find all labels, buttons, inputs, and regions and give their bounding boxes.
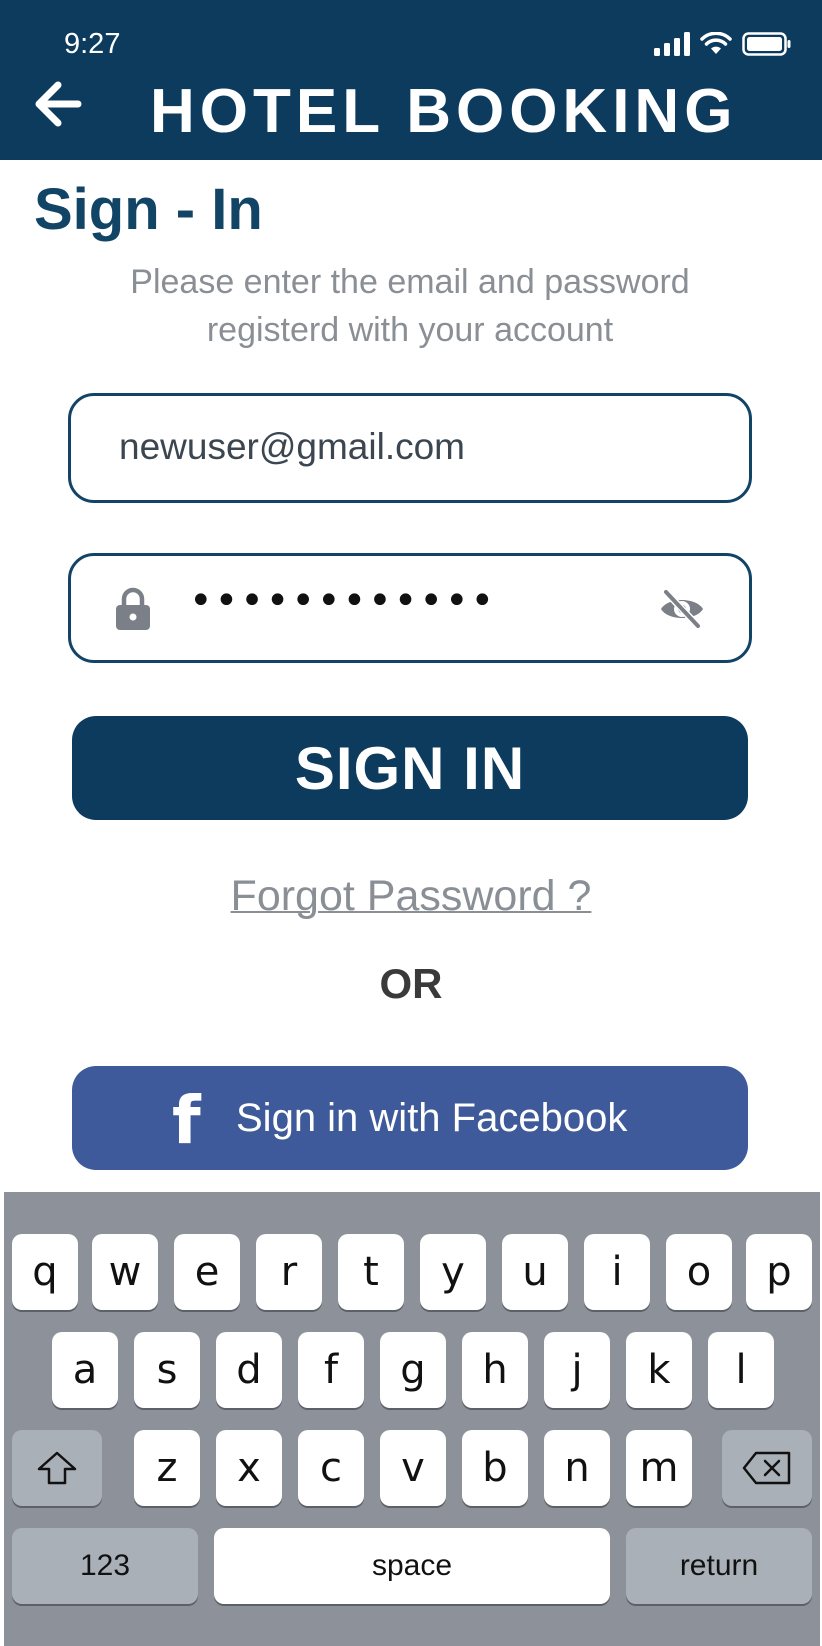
key-m[interactable]: m [626,1430,692,1506]
status-icons [654,32,792,56]
backspace-icon [742,1451,791,1485]
key-v[interactable]: v [380,1430,446,1506]
key-z[interactable]: z [134,1430,200,1506]
key-j[interactable]: j [544,1332,610,1408]
eye-off-icon[interactable] [659,588,705,630]
key-w[interactable]: w [92,1234,158,1310]
lock-icon [116,587,150,630]
key-b[interactable]: b [462,1430,528,1506]
key-r[interactable]: r [256,1234,322,1310]
app-title: HOTEL BOOKING [150,77,738,146]
app-header: 9:27 HOTEL BOOKING [0,0,822,160]
facebook-icon: f [172,1082,201,1159]
space-key[interactable]: space [214,1528,610,1604]
subtitle-line-1: Please enter the email and password [130,263,690,301]
key-y[interactable]: y [420,1234,486,1310]
backspace-key[interactable] [722,1430,812,1506]
cellular-signal-icon [654,32,690,56]
key-q[interactable]: q [12,1234,78,1310]
key-t[interactable]: t [338,1234,404,1310]
page-title: Sign - In [34,177,263,242]
battery-icon [742,32,791,56]
key-h[interactable]: h [462,1332,528,1408]
key-i[interactable]: i [584,1234,650,1310]
key-u[interactable]: u [502,1234,568,1310]
back-arrow-icon[interactable] [28,74,88,134]
shift-icon [37,1451,77,1485]
key-l[interactable]: l [708,1332,774,1408]
facebook-button-label: Sign in with Facebook [236,1096,628,1140]
key-d[interactable]: d [216,1332,282,1408]
key-p[interactable]: p [746,1234,812,1310]
wifi-icon [700,32,732,54]
key-g[interactable]: g [380,1332,446,1408]
forgot-password-link[interactable]: Forgot Password ? [0,872,822,921]
key-c[interactable]: c [298,1430,364,1506]
password-value: •••••••••••• [189,578,497,624]
key-x[interactable]: x [216,1430,282,1506]
subtitle-line-2: registerd with your account [206,311,614,349]
shift-key[interactable] [12,1430,102,1506]
key-a[interactable]: a [52,1332,118,1408]
key-n[interactable]: n [544,1430,610,1506]
status-time: 9:27 [64,28,121,60]
numbers-key[interactable]: 123 [12,1528,198,1604]
key-s[interactable]: s [134,1332,200,1408]
key-e[interactable]: e [174,1234,240,1310]
return-key[interactable]: return [626,1528,812,1604]
facebook-sign-in-button[interactable]: f Sign in with Facebook [72,1066,748,1170]
or-divider-text: OR [379,960,443,1007]
key-f[interactable]: f [298,1332,364,1408]
sign-in-button[interactable]: SIGN IN [72,716,748,820]
key-k[interactable]: k [626,1332,692,1408]
key-o[interactable]: o [666,1234,732,1310]
on-screen-keyboard: q w e r t y u i o p a s d f g h j k l z … [4,1192,820,1646]
email-field[interactable]: newuser@gmail.com [68,393,752,503]
email-value: newuser@gmail.com [119,426,466,467]
password-field[interactable]: •••••••••••• [68,553,752,663]
page-subtitle: Please enter the email and password regi… [60,258,760,354]
